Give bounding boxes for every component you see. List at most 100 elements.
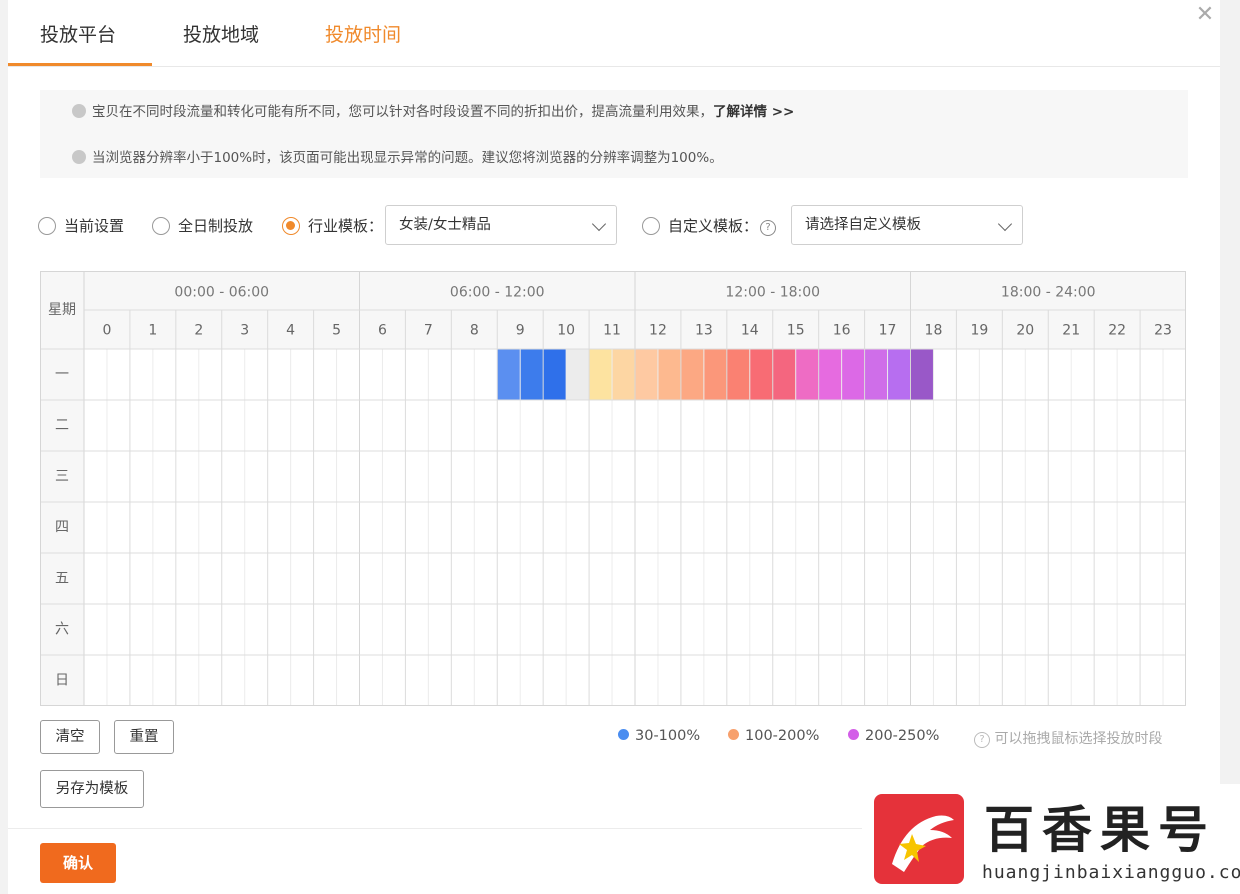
radio-industry-template[interactable]: 行业模板： xyxy=(282,215,383,236)
help-icon: ? xyxy=(974,732,990,748)
time-range-label: 06:00 - 12:00 xyxy=(450,285,545,301)
schedule-grid[interactable]: 星期 00:00 - 06:00 06:00 - 12:00 12:00 - 18:0… xyxy=(40,271,1186,707)
day-label: 一 xyxy=(55,367,69,383)
time-range-label: 18:00 - 24:00 xyxy=(1001,285,1096,301)
radio-label-custom: 自定义模板： xyxy=(668,217,759,235)
day-label: 五 xyxy=(55,571,69,587)
info-dot-icon xyxy=(72,150,86,164)
reset-button[interactable]: 重置 xyxy=(114,720,174,754)
legend-label-mid: 100-200% xyxy=(745,728,820,744)
hour-label: 1 xyxy=(148,323,157,339)
notice-text-1: 宝贝在不同时段流量和转化可能有所不同，您可以针对各时段设置不同的折扣出价，提高流… xyxy=(92,104,713,120)
schedule-cell-filled[interactable] xyxy=(497,349,521,400)
radio-circle[interactable] xyxy=(642,217,660,235)
schedule-cell-filled[interactable] xyxy=(887,349,911,400)
schedule-cell-filled[interactable] xyxy=(520,349,544,400)
time-range-label: 12:00 - 18:00 xyxy=(725,285,820,301)
hour-label: 21 xyxy=(1062,323,1080,339)
schedule-cell-filled[interactable] xyxy=(680,349,705,400)
hour-label: 4 xyxy=(286,323,295,339)
template-options-row: 当前设置 全日制投放 行业模板： 女装/女士精品 自定义模板：? 请选择自定义模… xyxy=(38,205,1218,247)
confirm-button[interactable]: 确认 xyxy=(40,843,116,883)
radio-custom-template[interactable]: 自定义模板：? xyxy=(642,215,777,236)
day-header-label: 星期 xyxy=(48,302,76,318)
help-icon[interactable]: ? xyxy=(760,220,777,236)
industry-select-value: 女装/女士精品 xyxy=(399,217,491,233)
tab-platform[interactable]: 投放平台 xyxy=(40,20,116,50)
hour-label: 0 xyxy=(102,323,111,339)
hour-label: 7 xyxy=(424,323,433,339)
hour-label: 20 xyxy=(1016,323,1034,339)
tab-active-indicator xyxy=(8,63,152,66)
hour-label: 12 xyxy=(649,323,667,339)
clear-button[interactable]: 清空 xyxy=(40,720,100,754)
hour-label: 3 xyxy=(240,323,249,339)
hour-label: 19 xyxy=(970,323,988,339)
watermark-title: 百香果号 xyxy=(984,801,1216,859)
schedule-cell-filled[interactable] xyxy=(635,349,659,400)
schedule-cell-filled[interactable] xyxy=(566,349,590,400)
hour-label: 10 xyxy=(557,323,575,339)
radio-label-industry: 行业模板： xyxy=(308,217,384,235)
hour-label: 13 xyxy=(695,323,713,339)
hour-label: 5 xyxy=(332,323,341,339)
custom-select-placeholder: 请选择自定义模板 xyxy=(805,217,921,233)
custom-template-select[interactable]: 请选择自定义模板 xyxy=(791,205,1023,245)
hour-label: 11 xyxy=(603,323,621,339)
legend-label-high: 200-250% xyxy=(865,728,940,744)
radio-label-current: 当前设置 xyxy=(64,217,125,235)
radio-circle[interactable] xyxy=(38,217,56,235)
drag-hint-text: 可以拖拽鼠标选择投放时段 xyxy=(994,731,1163,747)
schedule-grid-svg[interactable]: 星期 00:00 - 06:00 06:00 - 12:00 12:00 - 18:0… xyxy=(40,271,1186,707)
day-label: 四 xyxy=(55,520,69,536)
time-settings-panel: 投放平台 投放地域 投放时间 ✕ 宝贝在不同时段流量和转化可能有所不同，您可以针… xyxy=(8,0,1220,894)
watermark-logo-icon xyxy=(874,794,964,884)
tab-time[interactable]: 投放时间 xyxy=(325,20,401,50)
radio-label-allday: 全日制投放 xyxy=(178,217,254,235)
radio-circle[interactable] xyxy=(152,217,170,235)
tab-region[interactable]: 投放地域 xyxy=(183,20,259,50)
legend-dot-orange-icon xyxy=(728,729,739,740)
day-label: 日 xyxy=(55,673,69,689)
close-icon[interactable]: ✕ xyxy=(1194,4,1216,26)
hour-label: 18 xyxy=(925,323,943,339)
industry-template-select[interactable]: 女装/女士精品 xyxy=(385,205,617,245)
schedule-cell-filled[interactable] xyxy=(657,349,682,400)
hour-label: 17 xyxy=(879,323,897,339)
hour-label: 16 xyxy=(833,323,851,339)
day-label: 三 xyxy=(55,469,69,485)
schedule-cell-filled[interactable] xyxy=(749,349,774,400)
legend-item-mid: 100-200% xyxy=(728,728,819,744)
radio-circle-selected[interactable] xyxy=(282,217,300,235)
schedule-cell-filled[interactable] xyxy=(772,349,797,400)
save-as-template-button[interactable]: 另存为模板 xyxy=(40,770,144,808)
schedule-cell-filled[interactable] xyxy=(841,349,865,400)
notice-box: 宝贝在不同时段流量和转化可能有所不同，您可以针对各时段设置不同的折扣出价，提高流… xyxy=(40,90,1188,178)
hour-label: 8 xyxy=(470,323,479,339)
legend-dot-purple-icon xyxy=(848,729,859,740)
schedule-cell-filled[interactable] xyxy=(543,349,567,400)
schedule-cell-filled[interactable] xyxy=(703,349,728,400)
schedule-cell-filled[interactable] xyxy=(795,349,819,400)
radio-current-setting[interactable]: 当前设置 xyxy=(38,215,124,236)
hour-label: 2 xyxy=(194,323,203,339)
learn-more-link[interactable]: 了解详情 >> xyxy=(713,104,794,120)
schedule-cell-filled[interactable] xyxy=(864,349,888,400)
hour-label: 15 xyxy=(787,323,805,339)
schedule-cell-filled[interactable] xyxy=(612,349,636,400)
hour-label: 14 xyxy=(741,323,759,339)
notice-line-1: 宝贝在不同时段流量和转化可能有所不同，您可以针对各时段设置不同的折扣出价，提高流… xyxy=(72,100,794,120)
legend-label-low: 30-100% xyxy=(635,728,701,744)
schedule-cell-filled[interactable] xyxy=(589,349,613,400)
legend-dot-blue-icon xyxy=(618,729,629,740)
hour-label: 9 xyxy=(516,323,525,339)
radio-all-day[interactable]: 全日制投放 xyxy=(152,215,253,236)
hour-label: 6 xyxy=(378,323,387,339)
hour-label: 22 xyxy=(1108,323,1126,339)
schedule-cell-filled[interactable] xyxy=(726,349,751,400)
schedule-cell-filled[interactable] xyxy=(818,349,842,400)
tab-bar: 投放平台 投放地域 投放时间 ✕ xyxy=(8,0,1220,67)
day-label: 二 xyxy=(55,418,69,434)
notice-text-2: 当浏览器分辨率小于100%时，该页面可能出现显示异常的问题。建议您将浏览器的分辨… xyxy=(92,150,723,166)
schedule-cell-filled[interactable] xyxy=(910,349,934,400)
